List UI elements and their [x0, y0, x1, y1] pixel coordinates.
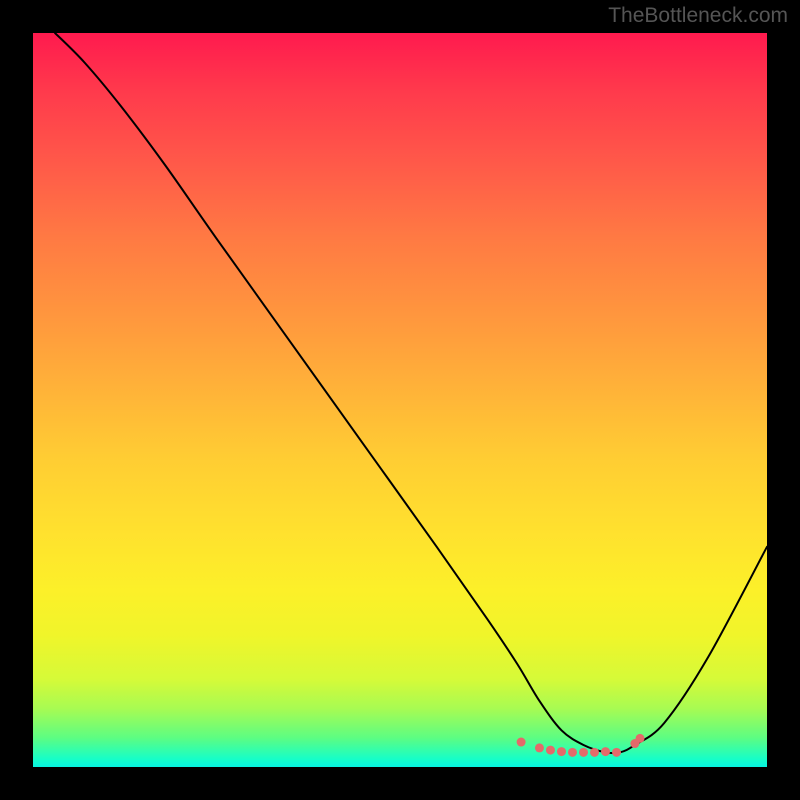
- watermark-text: TheBottleneck.com: [608, 4, 788, 28]
- data-marker: [636, 734, 645, 743]
- curve-path: [55, 33, 767, 753]
- data-marker: [557, 747, 566, 756]
- data-marker: [579, 748, 588, 757]
- data-marker: [535, 743, 544, 752]
- data-marker: [546, 746, 555, 755]
- marker-group: [517, 734, 645, 757]
- data-marker: [601, 747, 610, 756]
- data-marker: [517, 738, 526, 747]
- chart-svg: [33, 33, 767, 767]
- plot-area: [33, 33, 767, 767]
- data-marker: [568, 748, 577, 757]
- data-marker: [612, 748, 621, 757]
- data-marker: [590, 748, 599, 757]
